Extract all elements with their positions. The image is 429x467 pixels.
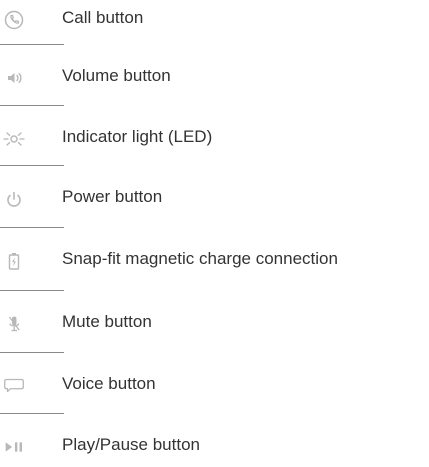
legend-label-led: Indicator light (LED) [62, 127, 213, 146]
legend-row-led: Indicator light (LED) [0, 119, 429, 159]
indicator-light-icon [1, 127, 27, 151]
legend-row-volume: Volume button [0, 58, 429, 98]
power-icon [1, 187, 27, 211]
legend-row-mute: Mute button [0, 304, 429, 344]
speech-bubble-icon [1, 374, 27, 398]
battery-charge-icon [1, 249, 27, 273]
legend-row-play-pause: Play/Pause button [0, 427, 429, 467]
legend-label-power: Power button [62, 187, 163, 206]
legend-label-call: Call button [62, 8, 144, 27]
legend-row-charge: Snap-fit magnetic charge connection [0, 241, 429, 281]
speaker-volume-icon [1, 66, 27, 90]
phone-icon [1, 8, 27, 32]
divider [0, 105, 64, 106]
microphone-mute-icon [1, 312, 27, 336]
divider [0, 290, 64, 291]
legend-row-call: Call button [0, 0, 429, 40]
divider [0, 227, 64, 228]
legend-label-voice: Voice button [62, 374, 156, 393]
legend-label-charge: Snap-fit magnetic charge connection [62, 249, 338, 268]
divider [0, 352, 64, 353]
legend-row-voice: Voice button [0, 366, 429, 406]
legend-label-volume: Volume button [62, 66, 171, 85]
legend-label-play-pause: Play/Pause button [62, 435, 200, 454]
divider [0, 165, 64, 166]
divider [0, 413, 64, 414]
divider [0, 44, 64, 45]
legend-label-mute: Mute button [62, 312, 152, 331]
legend-row-power: Power button [0, 179, 429, 219]
button-legend: Call button Volume button Indicator ligh… [0, 0, 429, 460]
play-pause-icon [1, 435, 27, 459]
